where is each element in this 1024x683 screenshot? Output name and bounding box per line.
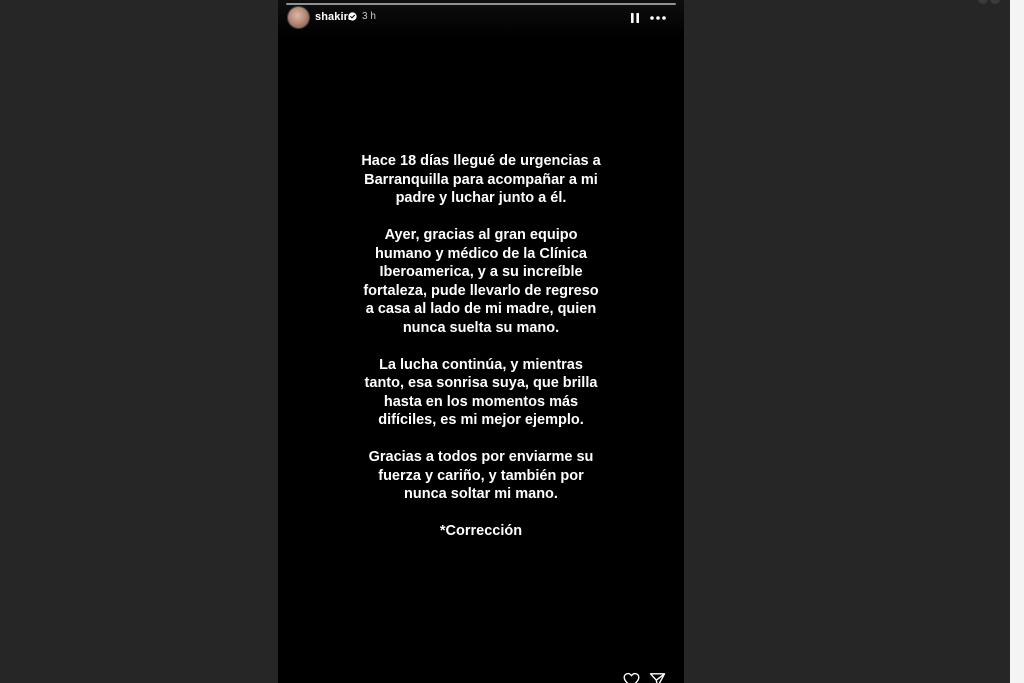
story-viewer[interactable]: shakira 3 h Hace 18 días llegué de urgen…	[278, 0, 684, 683]
story-timestamp: 3 h	[362, 11, 376, 22]
story-header: shakira 3 h	[278, 0, 684, 38]
story-paragraph: Ayer, gracias al gran equipo humano y mé…	[363, 227, 599, 336]
pause-icon[interactable]	[628, 11, 642, 25]
paper-plane-icon[interactable]	[649, 672, 666, 683]
more-options-icon[interactable]	[649, 11, 667, 25]
story-progress-bar	[286, 3, 676, 5]
page-edge	[1010, 0, 1024, 683]
story-text-content: Hace 18 días llegué de urgencias a Barra…	[318, 152, 644, 559]
story-paragraph: La lucha continúa, y mientras tanto, esa…	[364, 356, 598, 429]
story-paragraph: Gracias a todos por enviarme su fuerza y…	[368, 449, 594, 502]
story-paragraph: Hace 18 días llegué de urgencias a Barra…	[361, 153, 601, 206]
story-paragraph: *Corrección	[439, 523, 523, 539]
avatar[interactable]	[288, 7, 309, 28]
heart-icon[interactable]	[623, 672, 640, 683]
verified-badge-icon	[348, 12, 357, 21]
